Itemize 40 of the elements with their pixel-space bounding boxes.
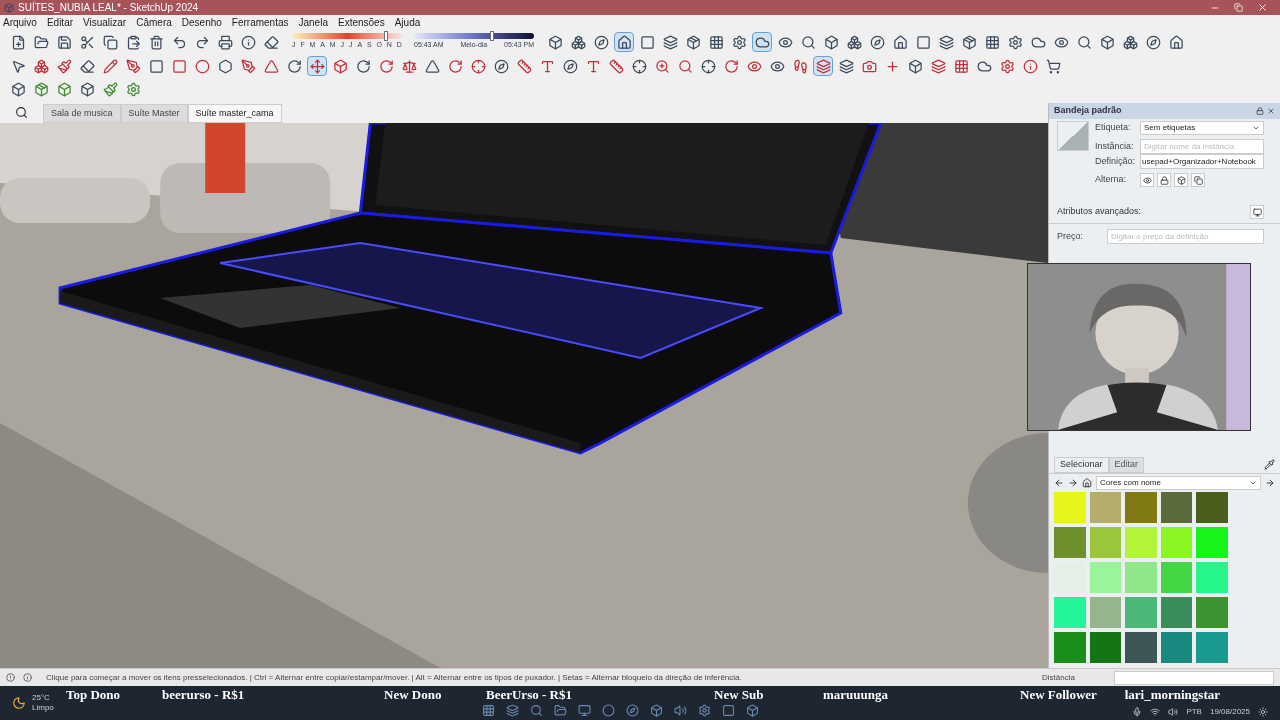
menu-item[interactable]: Ajuda xyxy=(394,15,421,30)
field-label: Definição: xyxy=(1095,154,1137,168)
overlay-name: beerurso - R$1 xyxy=(162,687,245,702)
menu-item[interactable]: Desenho xyxy=(181,15,222,30)
section-title: Atributos avançados: xyxy=(1057,205,1142,219)
overlay-label: New Follower xyxy=(1020,687,1098,702)
material-tab[interactable]: Editar xyxy=(1108,457,1145,473)
overlay-name: maruuunga xyxy=(823,687,889,702)
overlay-label: New Sub xyxy=(714,687,765,702)
scene-tab[interactable]: Suíte master_cama xyxy=(187,104,282,123)
tray-date[interactable]: 19/08/2025 xyxy=(1209,707,1250,717)
menu-item[interactable]: Visualizar xyxy=(83,15,127,30)
field-label: Alterna: xyxy=(1095,173,1128,187)
menu-item[interactable]: Arquivo xyxy=(3,15,37,30)
overlay-label: New Dono xyxy=(384,687,443,702)
tray-title: Bandeja padrão xyxy=(1054,104,1122,118)
field-label: Preço: xyxy=(1057,229,1084,243)
scene-tab[interactable]: Suíte Master xyxy=(120,104,188,123)
overlay-name: lari_morningstar xyxy=(1124,687,1220,702)
library-dropdown[interactable]: Cores com nome xyxy=(1096,476,1261,490)
temperature: 25°C xyxy=(32,693,51,703)
menu-item[interactable]: Câmera xyxy=(136,15,172,30)
window-title: SUÍTES_NUBIA LEAL* - SketchUp 2024 xyxy=(18,0,199,15)
keyboard-language[interactable]: PTB xyxy=(1186,707,1202,717)
scene-tab[interactable]: Sala de musica xyxy=(43,104,121,123)
tag-dropdown[interactable]: Sem etiquetas xyxy=(1140,121,1264,135)
menu-item[interactable]: Janela xyxy=(298,15,328,30)
overlay-name: BeerUrso - R$1 xyxy=(486,687,572,702)
menu-item[interactable]: Editar xyxy=(46,15,74,30)
overlay-label: Top Dono xyxy=(66,687,122,702)
material-tab[interactable]: Selecionar xyxy=(1054,457,1109,473)
menu-item[interactable]: Extensões xyxy=(337,15,385,30)
field-label: Etiqueta: xyxy=(1095,121,1132,135)
measure-label: Distância xyxy=(1042,671,1076,684)
instance-field[interactable]: Digitar nome da instância xyxy=(1140,139,1264,154)
definition-field[interactable]: usepad+Organizador+Notebook xyxy=(1140,154,1264,169)
weather-text: Limpo xyxy=(32,703,54,713)
status-message: Clique para começar a mover os itens presselecionados. | Ctrl = Alternar entre copiar/estampar/mover. | Alt = Alternar entre os tipos de puxador. | Setas = Alternar bloqueio da direção de inferência. xyxy=(46,671,742,684)
field-label: Instância: xyxy=(1095,139,1135,153)
menu-item[interactable]: Ferramentas xyxy=(231,15,289,30)
